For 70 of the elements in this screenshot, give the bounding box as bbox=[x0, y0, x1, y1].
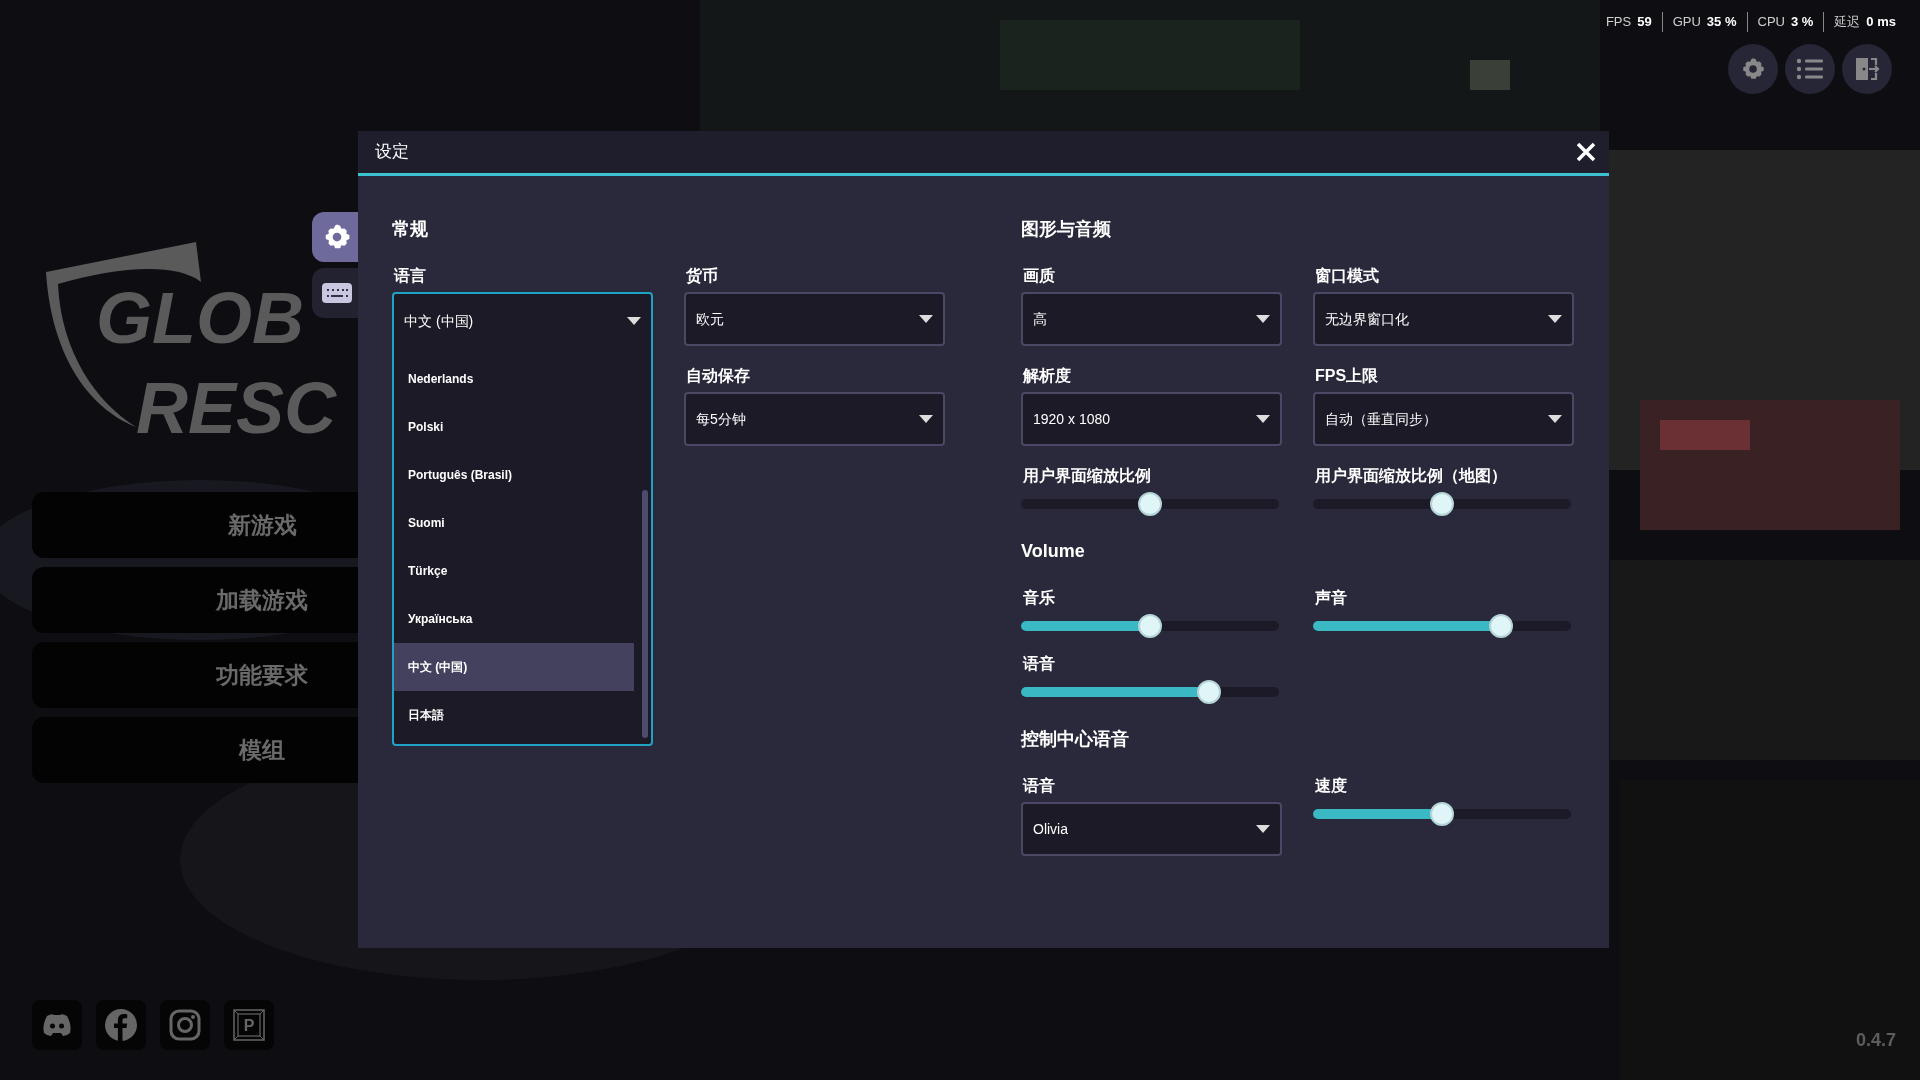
dropdown[interactable]: Olivia bbox=[1021, 802, 1282, 856]
logo-text: GLOB bbox=[96, 282, 304, 354]
settings-icon bbox=[1740, 55, 1766, 82]
stat-label: CPU bbox=[1757, 13, 1785, 31]
dropdown[interactable]: 欧元 bbox=[684, 292, 945, 346]
field-label: 窗口模式 bbox=[1314, 266, 1380, 286]
chat-icon bbox=[42, 1013, 72, 1037]
field-label: 自动保存 bbox=[685, 366, 751, 386]
slider-thumb[interactable] bbox=[1138, 492, 1162, 516]
field-label: 货币 bbox=[685, 266, 719, 287]
caret-icon bbox=[1256, 315, 1270, 323]
social-button[interactable] bbox=[32, 1000, 82, 1050]
field-label: 音乐 bbox=[1022, 588, 1056, 608]
section-heading: 控制中心语音 bbox=[1021, 728, 1130, 751]
language-dropdown[interactable]: 中文 (中国) Nederlands Polski Português (Brasil) Suomi Türkçe Українська 中文 (中国) 日本語 bbox=[392, 292, 653, 746]
caret-icon bbox=[919, 315, 933, 323]
slider-thumb[interactable] bbox=[1138, 614, 1162, 638]
caret-icon bbox=[919, 415, 933, 423]
section-heading: 常规 bbox=[392, 218, 429, 241]
social-button[interactable] bbox=[96, 1000, 146, 1050]
field-label: FPS上限 bbox=[1314, 366, 1380, 386]
field-label: 解析度 bbox=[1021, 366, 1072, 386]
dropdown-option[interactable]: Nederlands bbox=[394, 355, 634, 403]
stat-label: FPS bbox=[1605, 13, 1632, 31]
stat-value: 35 % bbox=[1706, 13, 1737, 31]
caret-icon bbox=[627, 317, 641, 325]
field-label: 声音 bbox=[1314, 588, 1348, 608]
logo-text: RESC bbox=[136, 372, 337, 444]
section-heading: 图形与音频 bbox=[1021, 218, 1112, 241]
field-label: 语音 bbox=[1021, 776, 1056, 796]
dropdown[interactable]: 自动（垂直同步） bbox=[1313, 392, 1574, 446]
dropdown-value: 中文 (中国) bbox=[404, 311, 474, 331]
section-heading: Volume bbox=[1021, 540, 1086, 563]
field-label: 速度 bbox=[1314, 776, 1348, 796]
field-label: 用户界面缩放比例（地图） bbox=[1314, 466, 1508, 486]
dialog-title: 设定 bbox=[375, 141, 409, 164]
caret-icon bbox=[1256, 825, 1270, 833]
close-icon bbox=[1575, 141, 1597, 163]
key-icon: P bbox=[233, 1009, 265, 1041]
list-icon bbox=[1796, 56, 1824, 81]
slider-thumb[interactable] bbox=[1197, 680, 1222, 704]
dropdown[interactable]: 每5分钟 bbox=[684, 392, 945, 446]
stat-value: 3 % bbox=[1790, 13, 1814, 31]
slider-thumb[interactable] bbox=[1489, 614, 1514, 638]
caret-icon bbox=[1548, 315, 1562, 323]
close-button[interactable] bbox=[1575, 141, 1597, 163]
slider-thumb[interactable] bbox=[1430, 802, 1454, 826]
facebook-icon bbox=[105, 1009, 137, 1041]
slider-thumb[interactable] bbox=[1430, 492, 1454, 516]
dropdown-option[interactable]: 中文 (中国) bbox=[394, 643, 634, 691]
field-label: 语言 bbox=[392, 266, 427, 286]
camera-icon bbox=[169, 1009, 201, 1041]
version-text: 0.4.7 bbox=[1855, 1029, 1896, 1052]
stat-label: GPU bbox=[1672, 13, 1701, 31]
field-label: 画质 bbox=[1022, 266, 1056, 286]
caret-icon bbox=[1256, 415, 1270, 423]
caret-icon bbox=[1548, 415, 1562, 423]
keyboard-icon bbox=[322, 283, 352, 303]
dropdown-option[interactable]: Polski bbox=[394, 403, 634, 451]
social-button[interactable]: P bbox=[224, 1000, 274, 1050]
dropdown[interactable]: 1920 x 1080 bbox=[1021, 392, 1282, 446]
scrollbar[interactable] bbox=[642, 490, 648, 738]
social-button[interactable] bbox=[160, 1000, 210, 1050]
dropdown[interactable]: 无边界窗口化 bbox=[1313, 292, 1574, 346]
stat-value: 59 bbox=[1637, 13, 1652, 31]
field-label: 用户界面缩放比例 bbox=[1022, 466, 1152, 486]
stat-value: 0 ms bbox=[1866, 13, 1896, 31]
stat-label: 延迟 bbox=[1834, 13, 1861, 31]
field-label: 语音 bbox=[1021, 654, 1056, 674]
dropdown[interactable]: 高 bbox=[1021, 292, 1282, 346]
